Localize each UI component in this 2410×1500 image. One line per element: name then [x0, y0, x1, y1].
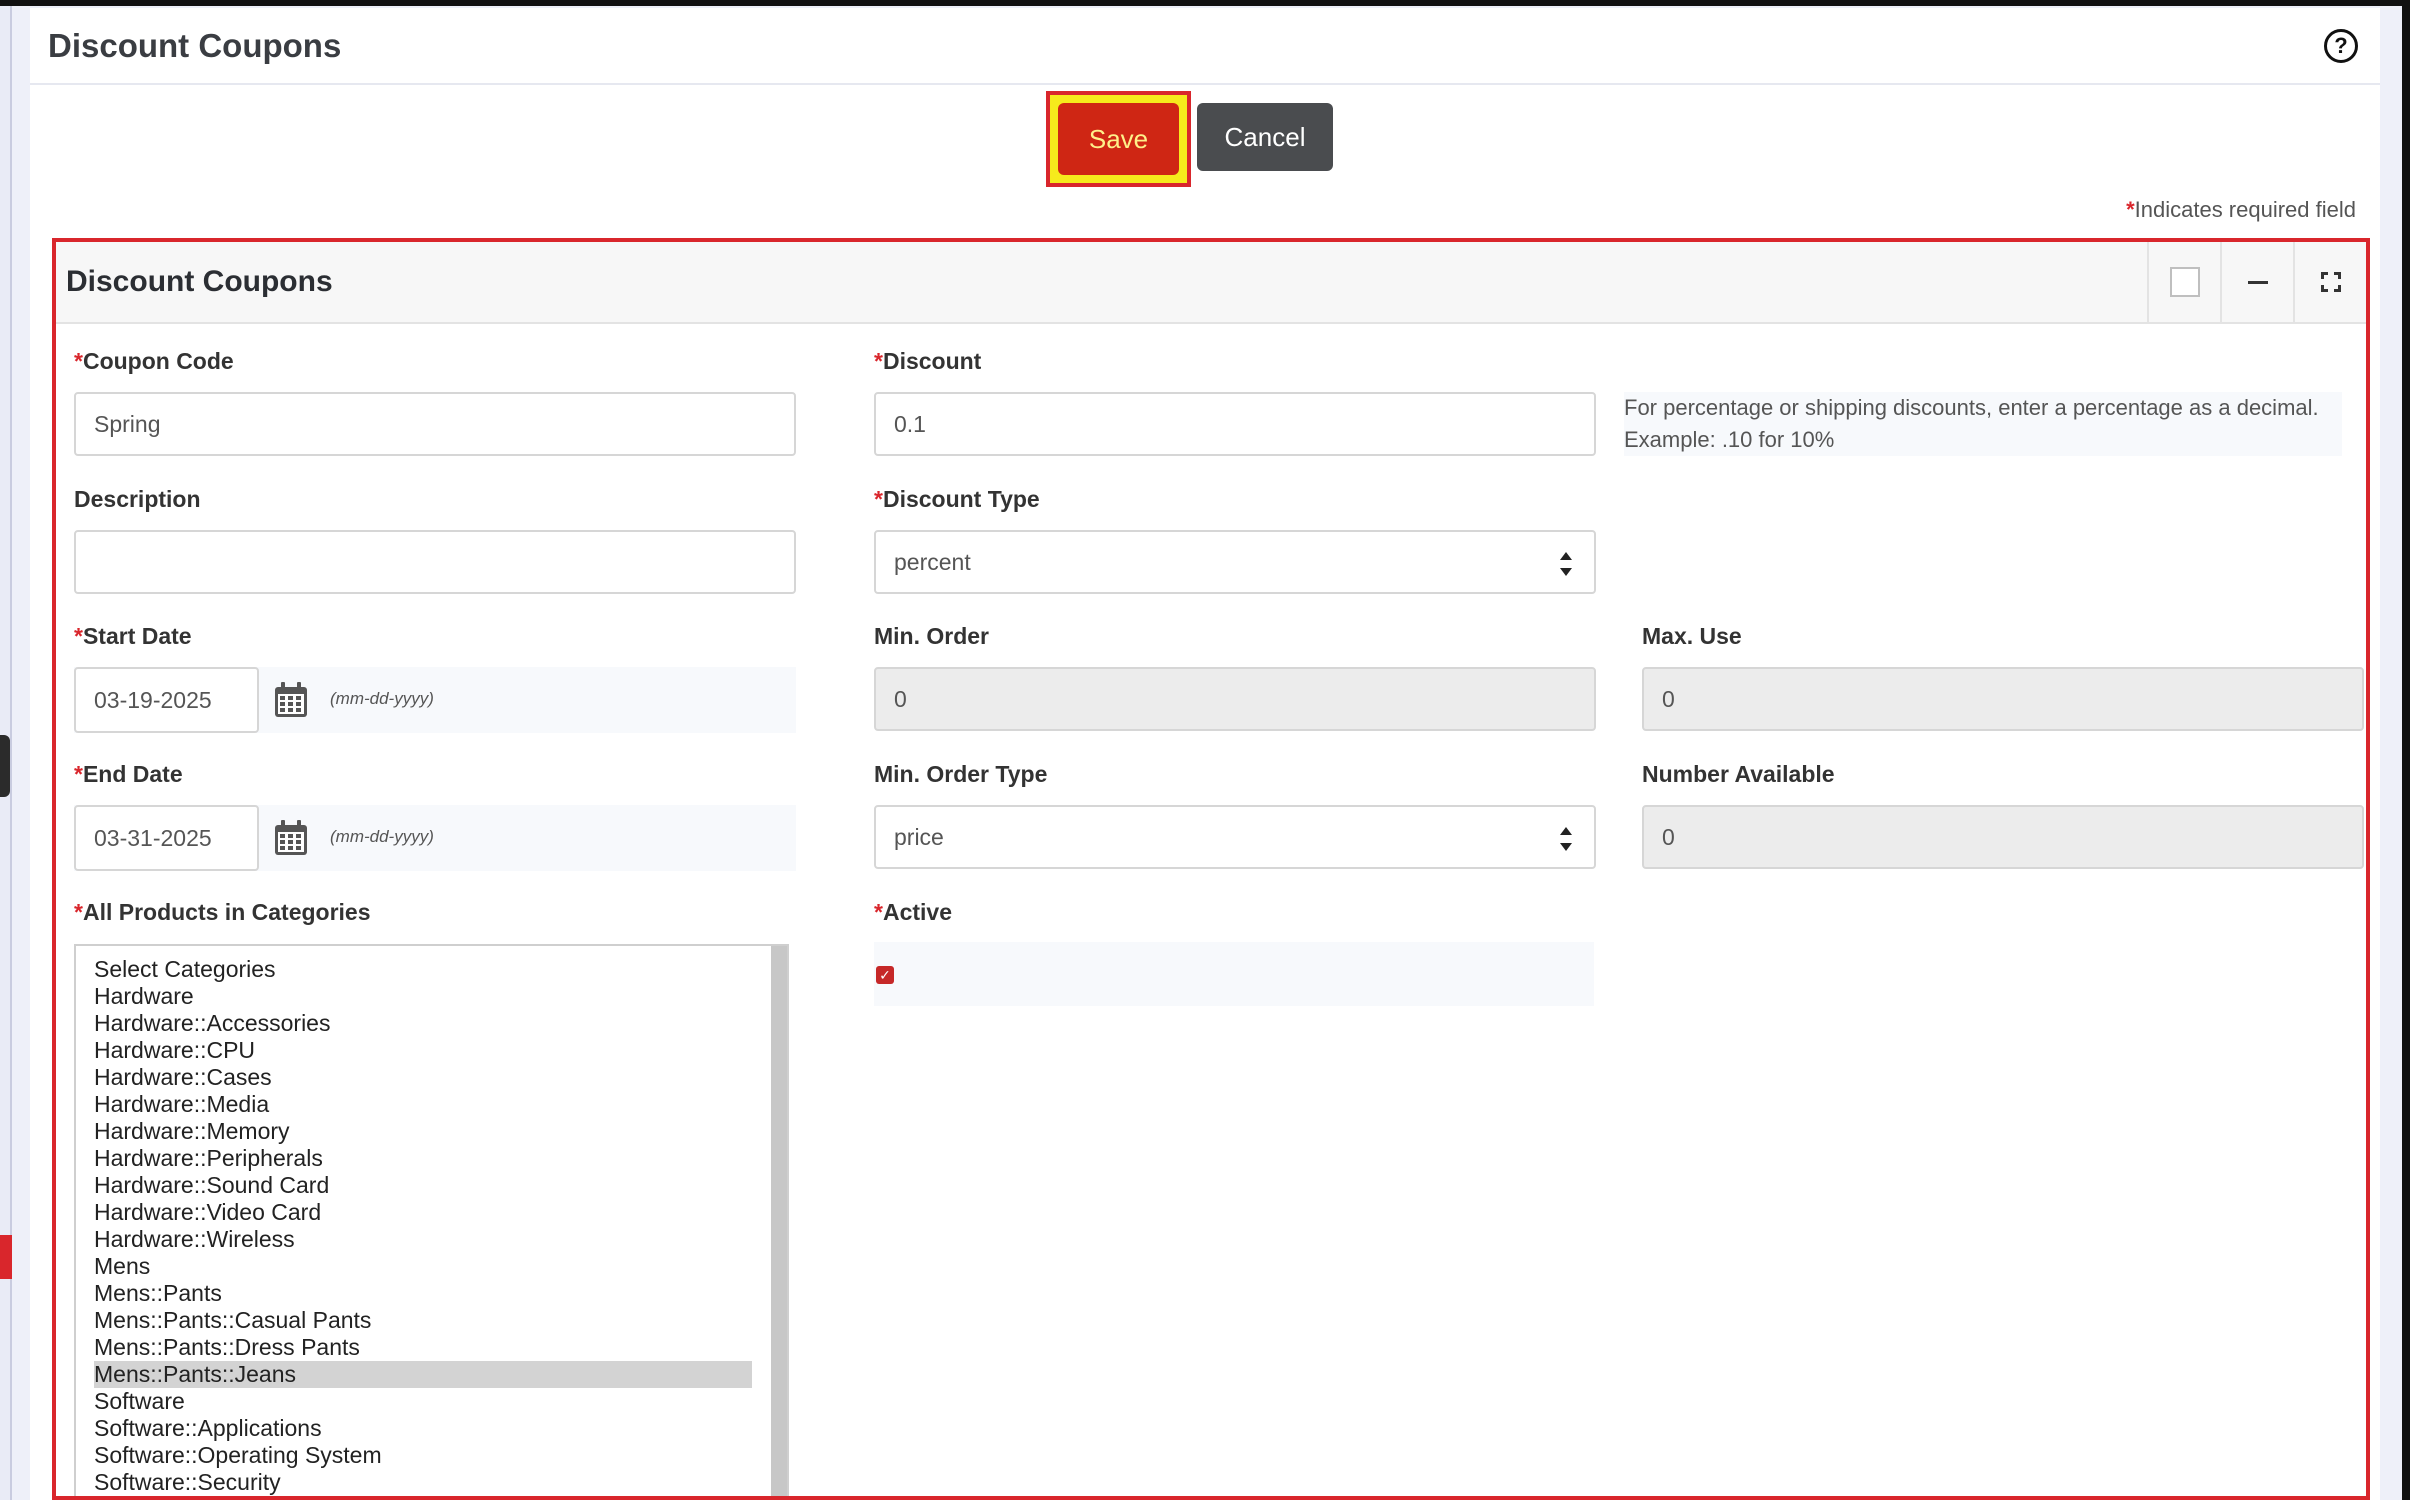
minus-icon [2247, 280, 2268, 284]
categories-options: Select Categories Hardware Hardware::Acces… [76, 946, 787, 1496]
discount-coupons-panel: Discount Coupons *Coupon Code Spring *Di… [52, 238, 2370, 1500]
panel-tools [2147, 242, 2366, 322]
description-label: Description [74, 486, 201, 512]
discount-input[interactable]: 0.1 [874, 392, 1596, 456]
category-option[interactable]: Hardware::CPU [94, 1037, 752, 1064]
category-option[interactable]: Hardware::Video Card [94, 1199, 752, 1226]
start-date-input[interactable]: 03-19-2025 [74, 667, 259, 733]
action-toolbar: Save Cancel [30, 88, 2380, 198]
select-arrows-icon [1560, 827, 1572, 851]
category-option[interactable]: Mens [94, 1253, 752, 1280]
sidebar-toggle-handle[interactable] [0, 735, 10, 797]
cancel-button[interactable]: Cancel [1197, 103, 1333, 171]
end-date-hint: (mm-dd-yyyy) [330, 827, 434, 846]
save-button-highlight: Save [1046, 91, 1191, 187]
category-option[interactable]: Hardware::Media [94, 1091, 752, 1118]
active-checkbox[interactable]: ✓ [876, 966, 894, 984]
max-use-input[interactable]: 0 [1642, 667, 2364, 731]
category-option[interactable]: Mens::Pants::Dress Pants [94, 1334, 752, 1361]
active-row: ✓ [874, 942, 1594, 1006]
description-input[interactable] [74, 530, 796, 594]
category-option[interactable]: Hardware::Sound Card [94, 1172, 752, 1199]
end-date-row: 03-31-2025 (mm-dd-yyyy) [74, 805, 796, 871]
category-option[interactable]: Mens::Pants::Jeans [94, 1361, 752, 1388]
expand-icon [2320, 272, 2341, 292]
category-option[interactable]: Hardware [94, 983, 752, 1010]
category-option[interactable]: Hardware::Peripherals [94, 1145, 752, 1172]
required-note-text: Indicates required field [2134, 197, 2356, 222]
coupon-code-input[interactable]: Spring [74, 392, 796, 456]
category-option[interactable]: Hardware::Memory [94, 1118, 752, 1145]
start-date-hint: (mm-dd-yyyy) [330, 689, 434, 708]
required-mark: * [2126, 197, 2135, 222]
categories-listbox[interactable]: Select Categories Hardware Hardware::Acces… [74, 944, 789, 1496]
min-order-type-value: price [894, 823, 944, 850]
end-date-label: *End Date [74, 761, 183, 787]
category-option[interactable]: Software [94, 1388, 752, 1415]
panel-title: Discount Coupons [66, 265, 333, 298]
discount-type-label: *Discount Type [874, 486, 1040, 512]
min-order-input[interactable]: 0 [874, 667, 1596, 731]
number-available-label: Number Available [1642, 761, 1835, 787]
select-arrows-icon [1560, 552, 1572, 576]
page-title: Discount Coupons [48, 26, 342, 64]
page-header: Discount Coupons ? [30, 8, 2380, 85]
discount-type-select[interactable]: percent [874, 530, 1596, 594]
min-order-label: Min. Order [874, 623, 990, 649]
required-field-note: *Indicates required field [2126, 197, 2356, 223]
category-option[interactable]: Software::Applications [94, 1415, 752, 1442]
panel-collapse-tool[interactable] [2220, 242, 2293, 322]
save-button[interactable]: Save [1058, 103, 1179, 175]
category-option[interactable]: Hardware::Accessories [94, 1010, 752, 1037]
app-frame: Discount Coupons ? Save Cancel *Indicate… [0, 0, 2410, 1500]
end-date-input[interactable]: 03-31-2025 [74, 805, 259, 871]
sidebar-active-marker [0, 1235, 12, 1279]
panel-header: Discount Coupons [56, 242, 2366, 324]
category-option[interactable]: Software::Security [94, 1469, 752, 1496]
checkbox-icon[interactable] [2169, 267, 2200, 297]
category-option[interactable]: Hardware::Wireless [94, 1226, 752, 1253]
active-label: *Active [874, 899, 952, 925]
discount-label: *Discount [874, 348, 982, 374]
listbox-scrollbar[interactable] [771, 946, 787, 1496]
category-option[interactable]: Mens::Pants [94, 1280, 752, 1307]
coupon-code-label: *Coupon Code [74, 348, 234, 374]
discount-type-value: percent [894, 548, 971, 575]
panel-select-tool[interactable] [2147, 242, 2220, 322]
question-circle-icon[interactable]: ? [2324, 28, 2358, 63]
max-use-label: Max. Use [1642, 623, 1742, 649]
min-order-type-select[interactable]: price [874, 805, 1596, 869]
categories-label: *All Products in Categories [74, 899, 371, 925]
number-available-input[interactable]: 0 [1642, 805, 2364, 869]
min-order-type-label: Min. Order Type [874, 761, 1048, 787]
top-edge [0, 0, 2410, 6]
calendar-icon[interactable] [274, 820, 308, 856]
calendar-icon[interactable] [274, 682, 308, 718]
category-option[interactable]: Software::Operating System [94, 1442, 752, 1469]
category-option[interactable]: Mens::Pants::Casual Pants [94, 1307, 752, 1334]
discount-help-text: For percentage or shipping discounts, en… [1624, 392, 2342, 456]
start-date-label: *Start Date [74, 623, 192, 649]
start-date-row: 03-19-2025 (mm-dd-yyyy) [74, 667, 796, 733]
category-option[interactable]: Select Categories [94, 956, 752, 983]
right-edge [2402, 0, 2410, 1500]
page-content: Discount Coupons ? Save Cancel *Indicate… [30, 8, 2380, 1500]
panel-fullscreen-tool[interactable] [2293, 242, 2366, 322]
category-option[interactable]: Hardware::Cases [94, 1064, 752, 1091]
